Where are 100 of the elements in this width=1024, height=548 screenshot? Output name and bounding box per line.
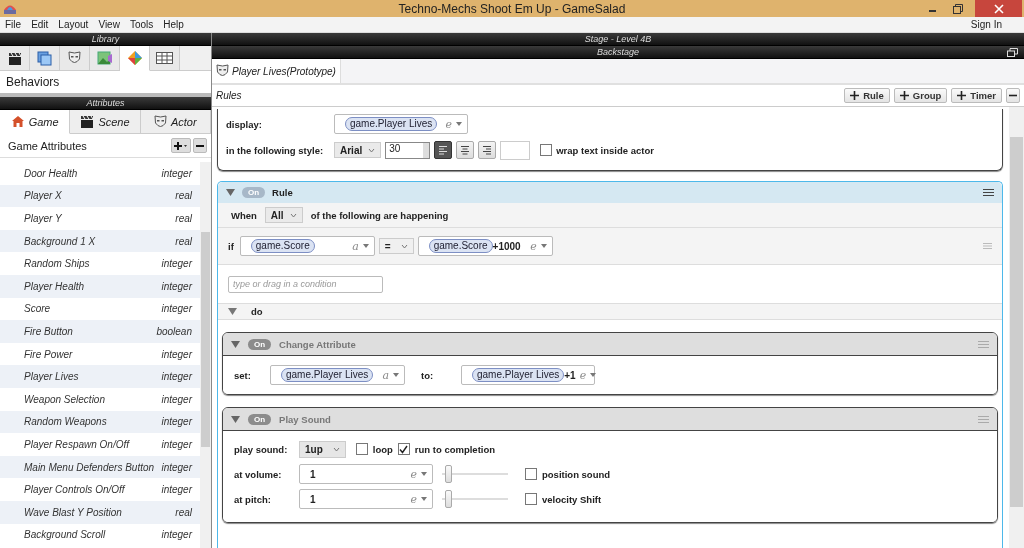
attribute-row[interactable]: Wave Blast Y Position real [0, 500, 200, 524]
clapperboard-icon [7, 51, 22, 65]
checkbox[interactable] [525, 493, 537, 505]
editor-tab[interactable]: Player Lives(Prototype) [212, 59, 341, 83]
attribute-row[interactable]: Background 1 X real [0, 229, 200, 253]
attribute-name: Wave Blast Y Position [24, 506, 122, 518]
menu-item[interactable]: Edit [26, 19, 54, 30]
attribute-token[interactable]: game.Score [250, 239, 315, 253]
menu-item[interactable]: View [93, 19, 125, 30]
expression-field[interactable]: 1 e [299, 489, 433, 509]
plus-caret-icon [174, 140, 188, 151]
attribute-name: Background Scroll [24, 529, 106, 541]
field-label: display: [226, 118, 263, 130]
expression-field[interactable]: game.Score +1000 e [417, 236, 553, 256]
mask-icon [153, 114, 167, 129]
align-icon [438, 145, 449, 155]
restore-icon[interactable] [1007, 48, 1018, 57]
caret-icon [400, 243, 408, 249]
menu-item[interactable]: Tools [124, 19, 159, 30]
menu-item[interactable]: Layout [53, 19, 94, 30]
attribute-token[interactable]: game.Player Lives [281, 368, 374, 382]
window-title: Techno-Mechs Shoot Em Up - GameSalad [398, 1, 626, 16]
menu-item[interactable]: File [0, 19, 27, 30]
sign-in-link[interactable]: Sign In [970, 19, 1002, 30]
section-title: Game Attributes [8, 139, 87, 152]
remove-button[interactable] [193, 138, 207, 153]
align-icon [482, 145, 493, 155]
library-tab[interactable] [0, 46, 30, 70]
checkbox[interactable] [355, 443, 368, 455]
align-button[interactable] [478, 141, 497, 159]
font-dropdown[interactable]: Arial [334, 142, 382, 158]
attribute-type: integer [161, 438, 192, 450]
library-tab[interactable] [150, 46, 180, 70]
condition-input[interactable]: type or drag in a condition [228, 275, 383, 293]
attribute-name: Player Lives [24, 371, 79, 383]
add-menu-button[interactable] [171, 138, 191, 153]
slider-thumb[interactable] [444, 465, 452, 483]
attribute-name: Player Health [24, 280, 85, 292]
align-button[interactable] [434, 141, 453, 159]
field-label: in the following style: [226, 144, 325, 156]
menu-item[interactable]: Help [158, 19, 189, 30]
attribute-name: Score [24, 303, 51, 315]
add-button[interactable]: Group [893, 88, 948, 103]
font-size-field[interactable]: 30 [385, 141, 431, 159]
attribute-field[interactable]: game.Score a [239, 236, 375, 256]
attribute-name: Random Ships [24, 258, 90, 270]
expression-field[interactable]: game.Player Lives e [334, 114, 468, 134]
section-label: do [251, 306, 263, 317]
field-label: to: [421, 369, 435, 381]
stacked-squares-icon [37, 50, 52, 66]
collapse-button[interactable] [1006, 88, 1020, 103]
checkbox-label: loop [372, 443, 393, 455]
add-button[interactable]: Timer [951, 88, 1002, 103]
scrollbar[interactable] [1009, 107, 1024, 548]
attribute-row[interactable]: Player X real [0, 184, 200, 208]
section-title: Behaviors [6, 75, 60, 89]
attributes-tab[interactable]: Actor [140, 110, 211, 133]
collapse-triangle-icon[interactable] [226, 189, 235, 196]
collapse-triangle-icon[interactable] [231, 415, 240, 423]
sound-dropdown[interactable]: 1up [299, 440, 346, 458]
attributes-tab[interactable]: Game [0, 110, 71, 134]
drag-handle-icon[interactable] [983, 243, 992, 249]
attribute-name: Door Health [24, 167, 78, 179]
scrollbar[interactable] [200, 162, 211, 548]
rule-title: Rule [272, 187, 293, 198]
checkbox[interactable] [525, 468, 537, 480]
attribute-type: integer [161, 348, 192, 360]
add-button[interactable]: Rule [844, 88, 890, 103]
checkbox[interactable] [540, 144, 553, 156]
attribute-row[interactable]: Player Health integer [0, 274, 200, 298]
attribute-type: integer [161, 484, 192, 496]
attribute-name: Player Controls On/Off [24, 484, 125, 496]
attribute-row[interactable]: Main Menu Defenders Button integer [0, 455, 200, 479]
collapse-triangle-icon[interactable] [228, 308, 237, 315]
match-dropdown[interactable]: All [264, 207, 303, 223]
collapse-triangle-icon[interactable] [231, 340, 240, 348]
slider-thumb[interactable] [444, 490, 452, 508]
checkbox[interactable] [397, 443, 410, 455]
panel-title: Attributes [86, 98, 125, 108]
mask-icon [216, 64, 229, 78]
attribute-field[interactable]: game.Player Lives a [270, 365, 405, 385]
plus-icon [899, 91, 909, 100]
attribute-type: integer [161, 303, 192, 315]
attribute-token[interactable]: game.Player Lives [345, 117, 438, 131]
panel-title: Library [91, 34, 120, 44]
expression-field[interactable]: game.Player Lives +1 e [461, 365, 595, 385]
attribute-row[interactable]: Random Weapons integer [0, 410, 200, 434]
attribute-token[interactable]: game.Player Lives [472, 368, 565, 382]
checkbox-label: velocity Shift [542, 493, 602, 505]
menu-icon[interactable] [983, 189, 994, 196]
section-title: Rules [216, 90, 242, 101]
expression-field[interactable]: 1 e [299, 464, 433, 484]
attributes-tab[interactable]: Scene [70, 110, 141, 133]
checkbox-label: position sound [542, 468, 611, 480]
attribute-row[interactable]: Player Lives integer [0, 365, 200, 388]
attribute-token[interactable]: game.Score [428, 239, 493, 253]
color-swatch[interactable] [500, 140, 531, 160]
operator-dropdown[interactable]: = [378, 238, 414, 254]
attribute-row[interactable]: Fire Button boolean [0, 320, 200, 343]
align-button[interactable] [456, 141, 475, 159]
